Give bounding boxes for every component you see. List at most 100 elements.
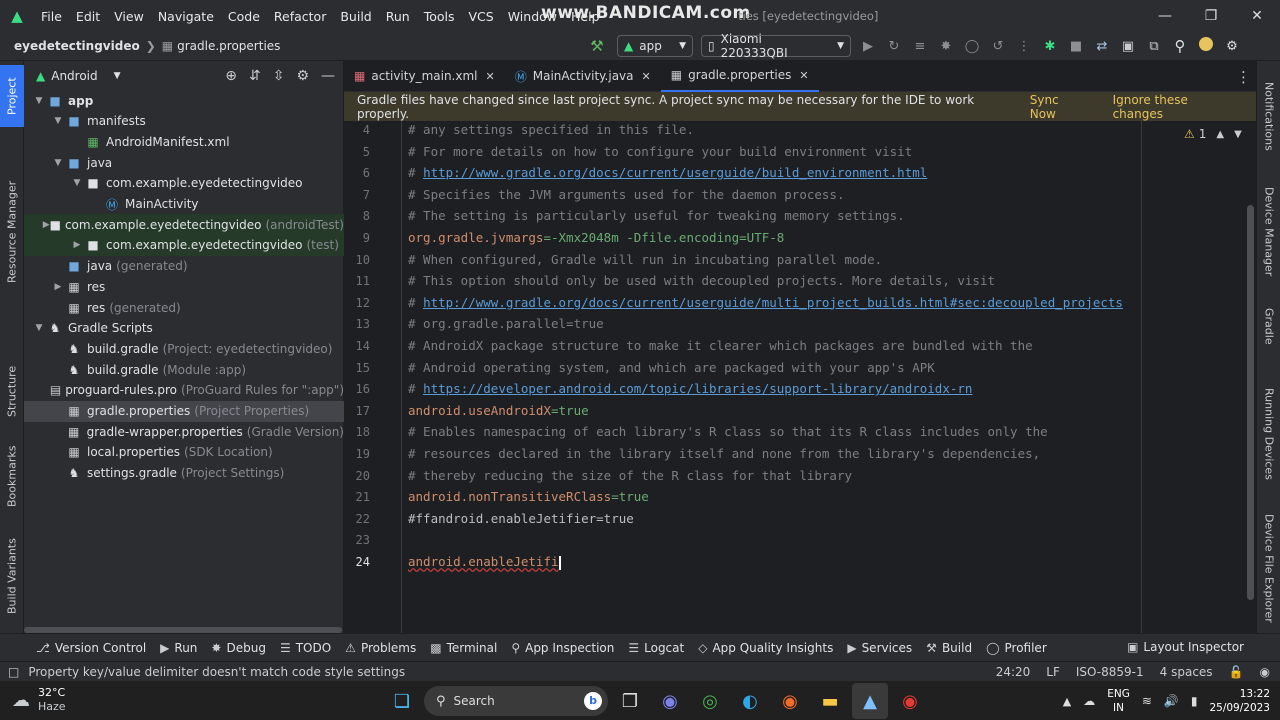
task-view-icon[interactable]: ❐: [612, 683, 648, 719]
close-icon[interactable]: ✕: [1234, 8, 1280, 24]
edge-icon[interactable]: ◐: [732, 683, 768, 719]
apply-code-changes-icon[interactable]: ≡: [907, 39, 933, 54]
tree-row[interactable]: Ⓜ MainActivity: [24, 194, 344, 215]
tool-window-app-inspection[interactable]: ⚲ App Inspection: [511, 641, 614, 655]
project-view-select[interactable]: Android: [51, 69, 97, 83]
chrome-icon[interactable]: ◎: [692, 683, 728, 719]
tree-row[interactable]: ▼ ♞ Gradle Scripts: [24, 318, 344, 339]
resource-manager-tool-tab[interactable]: Resource Manager: [0, 147, 24, 317]
chevron-right-icon[interactable]: ▶: [51, 282, 65, 292]
device-manager-icon[interactable]: ▣: [1115, 39, 1141, 54]
editor-tab[interactable]: ▦ gradle.properties ✕: [660, 60, 819, 92]
close-tab-icon[interactable]: ✕: [486, 70, 495, 83]
tool-window-terminal[interactable]: ▩ Terminal: [430, 641, 497, 655]
tool-window-app-quality-insights[interactable]: ◇ App Quality Insights: [698, 641, 833, 655]
debug-icon[interactable]: ✸: [933, 39, 959, 54]
gradle-tool-tab[interactable]: Gradle: [1257, 299, 1280, 354]
android-studio-taskbar-icon[interactable]: ▲: [852, 683, 888, 719]
tree-row[interactable]: ▶ ■ com.example.eyedetectingvideo (androidT…: [24, 214, 344, 236]
indent-setting[interactable]: 4 spaces: [1160, 665, 1213, 679]
menu-view[interactable]: View: [107, 9, 151, 24]
weather-widget[interactable]: ☁ 32°C Haze: [12, 686, 66, 714]
device-select[interactable]: ▯ Xiaomi 220333QBI ▼: [701, 32, 851, 60]
tree-row[interactable]: ▤ proguard-rules.pro (ProGuard Rules for "…: [24, 380, 344, 401]
brave-icon[interactable]: ◉: [772, 683, 808, 719]
search-icon[interactable]: ⚲: [1167, 37, 1193, 55]
chevron-down-icon[interactable]: ▼: [70, 178, 84, 188]
editor-scrollbar[interactable]: [1247, 205, 1254, 600]
restore-icon[interactable]: ❐: [1188, 8, 1234, 24]
expand-all-icon[interactable]: ⇵: [249, 68, 261, 84]
running-devices-tool-tab[interactable]: Running Devices: [1257, 379, 1280, 489]
clock[interactable]: 13:22 25/09/2023: [1209, 687, 1270, 715]
minimize-icon[interactable]: —: [1142, 8, 1188, 24]
previous-highlight-icon[interactable]: ▲: [1216, 129, 1224, 140]
taskbar-search-box[interactable]: ⚲ Search b: [424, 686, 608, 716]
close-tab-icon[interactable]: ✕: [799, 69, 808, 82]
tree-row[interactable]: ▼ ■ manifests: [24, 111, 344, 132]
device-file-explorer-tool-tab[interactable]: Device File Explorer: [1257, 506, 1280, 631]
chevron-down-icon[interactable]: ▼: [32, 323, 46, 333]
tool-window-version-control[interactable]: ⎇ Version Control: [36, 641, 146, 655]
tree-row[interactable]: ▶ ■ com.example.eyedetectingvideo (test): [24, 234, 344, 256]
tree-row[interactable]: ▦ AndroidManifest.xml: [24, 131, 344, 152]
lock-icon[interactable]: 🔓: [1229, 665, 1244, 679]
line-separator[interactable]: LF: [1046, 665, 1060, 679]
onedrive-icon[interactable]: ☁: [1083, 694, 1095, 708]
android-debug-icon[interactable]: ✱: [1037, 39, 1063, 54]
tree-row[interactable]: ▦ res (generated): [24, 297, 344, 318]
tool-window-debug[interactable]: ✸ Debug: [211, 641, 266, 655]
tool-window-todo[interactable]: ☰ TODO: [280, 641, 331, 655]
layout-inspector-button[interactable]: ▣ Layout Inspector: [1127, 640, 1244, 654]
editor-tab[interactable]: Ⓜ MainActivity.java ✕: [505, 61, 661, 92]
menu-code[interactable]: Code: [221, 9, 267, 24]
more-options-icon[interactable]: ⋮: [1236, 68, 1251, 86]
tool-window-problems[interactable]: ⚠ Problems: [345, 641, 416, 655]
run-icon[interactable]: ▶: [855, 39, 881, 54]
locate-icon[interactable]: ⊕: [225, 68, 237, 84]
run-with-coverage-icon[interactable]: ⋮: [1011, 39, 1037, 54]
close-tab-icon[interactable]: ✕: [642, 70, 651, 83]
update-available-icon[interactable]: [1193, 37, 1219, 55]
device-manager-tool-tab[interactable]: Device Manager: [1257, 179, 1280, 284]
menu-vcs[interactable]: VCS: [462, 9, 501, 24]
volume-icon[interactable]: 🔊: [1164, 694, 1179, 708]
tool-window-logcat[interactable]: ☰ Logcat: [628, 641, 684, 655]
menu-run[interactable]: Run: [379, 9, 417, 24]
tree-row[interactable]: ♞ settings.gradle (Project Settings): [24, 463, 344, 484]
file-encoding[interactable]: ISO-8859-1: [1076, 665, 1144, 679]
apply-changes-restart-icon[interactable]: ↻: [881, 39, 907, 54]
chevron-right-icon[interactable]: ▶: [43, 220, 50, 230]
menu-edit[interactable]: Edit: [69, 9, 107, 24]
settings-icon[interactable]: ⚙: [1219, 39, 1245, 54]
memory-indicator-icon[interactable]: ◉: [1260, 665, 1270, 679]
battery-icon[interactable]: ▮: [1191, 694, 1198, 708]
breadcrumb-file[interactable]: gradle.properties: [177, 39, 280, 53]
tree-row[interactable]: ▦ local.properties (SDK Location): [24, 442, 344, 463]
menu-navigate[interactable]: Navigate: [151, 9, 221, 24]
chevron-right-icon[interactable]: ▶: [70, 240, 84, 250]
code-editor[interactable]: # any settings specified in this file. # …: [402, 121, 1256, 633]
menu-file[interactable]: File: [34, 9, 69, 24]
tool-window-profiler[interactable]: ◯ Profiler: [986, 641, 1047, 655]
inspection-widget[interactable]: ⚠ 1 ▲ ▼: [1184, 127, 1242, 141]
tree-row[interactable]: ♞ build.gradle (Module :app): [24, 359, 344, 380]
chevron-down-icon[interactable]: ▼: [114, 71, 121, 81]
tree-row[interactable]: ▦ gradle-wrapper.properties (Gradle Versio…: [24, 421, 344, 442]
status-toggle-icon[interactable]: □: [8, 665, 19, 679]
tool-window-services[interactable]: ▶ Services: [847, 641, 912, 655]
structure-tool-tab[interactable]: Structure: [0, 351, 24, 431]
comment-link[interactable]: https://developer.android.com/topic/libr…: [423, 381, 972, 396]
teams-chat-icon[interactable]: ◉: [652, 683, 688, 719]
start-windows-icon[interactable]: ❏: [384, 683, 420, 719]
tree-row[interactable]: ■ java (generated): [24, 256, 344, 277]
tree-row[interactable]: ▼ ■ java: [24, 152, 344, 173]
show-hidden-icons-icon[interactable]: ▲: [1063, 695, 1071, 708]
ignore-changes-link[interactable]: Ignore these changes: [1113, 93, 1242, 121]
tree-row[interactable]: ▦ gradle.properties (Project Properties): [24, 400, 344, 422]
gear-icon[interactable]: ⚙: [296, 68, 309, 84]
tree-row[interactable]: ▼ ■ com.example.eyedetectingvideo: [24, 173, 344, 194]
bookmarks-tool-tab[interactable]: Bookmarks: [0, 436, 24, 516]
chevron-down-icon[interactable]: ▼: [32, 96, 46, 106]
menu-refactor[interactable]: Refactor: [267, 9, 333, 24]
